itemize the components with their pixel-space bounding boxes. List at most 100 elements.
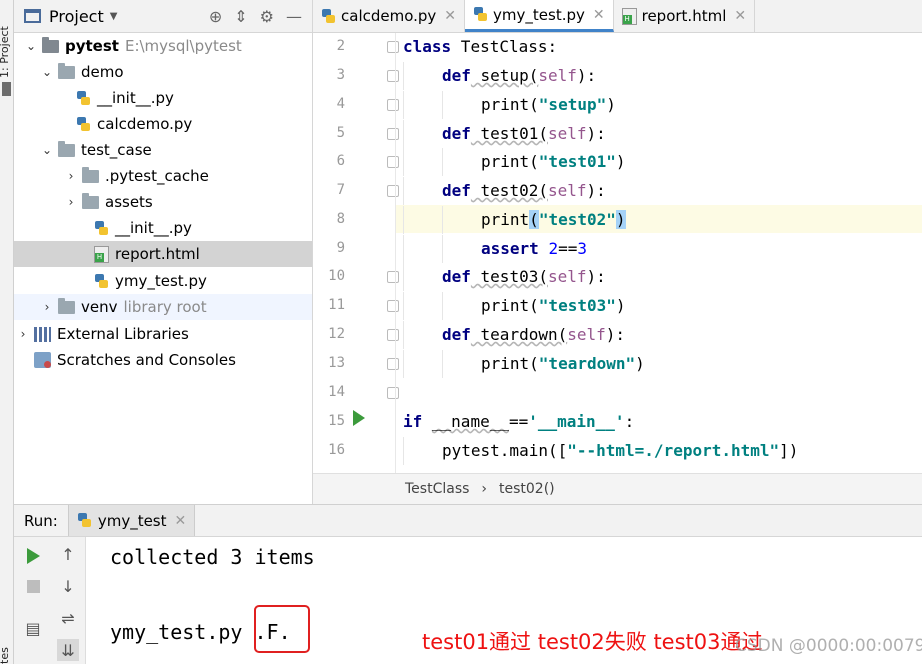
fold-marker-icon[interactable] — [387, 329, 399, 341]
tab-report-html[interactable]: H report.html ✕ — [614, 0, 756, 32]
close-icon[interactable]: ✕ — [593, 7, 605, 23]
project-view-selector[interactable]: Project — [49, 7, 104, 26]
chevron-down-icon[interactable]: ⌄ — [24, 39, 38, 53]
python-file-icon — [77, 512, 92, 529]
tree-item-label: Scratches and Consoles — [57, 351, 236, 369]
tree-item-report-html[interactable]: H report.html — [14, 241, 312, 267]
fold-marker-icon[interactable] — [387, 70, 399, 82]
run-tab-label: ymy_test — [97, 511, 167, 530]
tree-item-ymy-test[interactable]: ymy_test.py — [14, 268, 312, 294]
tree-item-test-case-init[interactable]: __init__.py — [14, 215, 312, 241]
chevron-down-icon[interactable]: ▼ — [110, 11, 118, 22]
tab-ymy-test[interactable]: ymy_test.py ✕ — [465, 0, 614, 32]
chevron-right-icon[interactable]: › — [16, 327, 30, 341]
tree-item-label: __init__.py — [115, 219, 192, 237]
minimize-icon[interactable]: — — [286, 7, 302, 26]
folder-icon — [82, 192, 99, 209]
tab-calcdemo[interactable]: calcdemo.py ✕ — [313, 0, 466, 32]
python-file-icon — [94, 273, 109, 290]
fold-marker-icon[interactable] — [387, 185, 399, 197]
line-number: 10 — [328, 268, 345, 284]
line-number: 16 — [328, 442, 345, 458]
close-icon[interactable]: ✕ — [175, 513, 187, 529]
chevron-down-icon[interactable]: ⌄ — [40, 143, 54, 157]
fold-marker-icon[interactable] — [387, 99, 399, 111]
run-tab-ymy-test[interactable]: ymy_test ✕ — [67, 505, 196, 536]
python-file-icon — [94, 220, 109, 237]
tree-item-test-case[interactable]: ⌄ test_case — [14, 137, 312, 163]
line-number: 9 — [336, 240, 345, 256]
code-line-13: print("teardown") — [403, 350, 645, 378]
tree-item-label: pytest — [65, 37, 119, 55]
line-number: 5 — [336, 125, 345, 141]
tree-item-label: .pytest_cache — [105, 167, 209, 185]
code-line-12: def teardown(self): — [403, 321, 625, 349]
fold-marker-icon[interactable] — [387, 128, 399, 140]
chevron-right-icon[interactable]: › — [40, 300, 54, 314]
code-line-2: class TestClass: — [403, 37, 558, 56]
tree-item-demo[interactable]: ⌄ demo — [14, 59, 312, 85]
run-gutter-icon[interactable] — [353, 410, 365, 426]
folder-icon — [58, 297, 75, 314]
rerun-button[interactable] — [22, 545, 44, 567]
close-icon[interactable]: ✕ — [734, 8, 746, 24]
fold-marker-icon[interactable] — [387, 41, 399, 53]
fold-marker-icon[interactable] — [387, 300, 399, 312]
scroll-to-end-button[interactable]: ⇊ — [57, 639, 79, 661]
line-number: 13 — [328, 355, 345, 371]
soft-wrap-button[interactable]: ⇌ — [57, 607, 79, 629]
result-annotation: test01通过 test02失败 test03通过 — [422, 630, 763, 654]
gutter-divider — [395, 33, 396, 473]
locate-icon[interactable]: ⊕ — [209, 7, 222, 26]
layout-button[interactable]: ▤ — [22, 617, 44, 639]
tree-item-pytest[interactable]: ⌄ pytest E:\mysql\pytest — [14, 33, 312, 59]
chevron-right-icon[interactable]: › — [64, 195, 78, 209]
chevron-right-icon[interactable]: › — [64, 169, 78, 183]
project-header: Project ▼ ⊕ ⇕ ⚙ — — [14, 0, 312, 33]
play-icon — [26, 548, 40, 564]
stop-button[interactable] — [22, 575, 44, 597]
code-line-8: print("test02") — [403, 206, 626, 234]
tree-item-demo-init[interactable]: __init__.py — [14, 85, 312, 111]
folder-icon — [42, 36, 59, 53]
folder-icon — [82, 166, 99, 183]
code-area[interactable]: 2 3 4 5 6 7 8 9 10 11 12 13 14 15 16 cla… — [313, 33, 922, 473]
line-number: 4 — [336, 96, 345, 112]
tree-item-scratches[interactable]: Scratches and Consoles — [14, 347, 312, 373]
scroll-up-button[interactable]: ↑ — [57, 543, 79, 565]
tree-item-label: ymy_test.py — [115, 272, 207, 290]
chevron-down-icon[interactable]: ⌄ — [40, 65, 54, 79]
tree-item-label: venv — [81, 298, 118, 316]
collapse-all-icon[interactable]: ⇕ — [234, 7, 247, 26]
tree-item-assets[interactable]: › assets — [14, 189, 312, 215]
library-root-note: library root — [123, 298, 207, 316]
fold-marker-icon[interactable] — [387, 156, 399, 168]
scroll-down-button[interactable]: ↓ — [57, 575, 79, 597]
bottom-tool-button[interactable]: tes — [0, 647, 11, 664]
breadcrumb-method[interactable]: test02() — [499, 481, 555, 497]
fold-marker-icon[interactable] — [387, 358, 399, 370]
project-tool-marker — [2, 82, 11, 96]
gear-icon[interactable]: ⚙ — [260, 7, 274, 26]
result-highlight-box — [254, 605, 310, 653]
tree-item-venv[interactable]: › venv library root — [14, 294, 312, 320]
close-icon[interactable]: ✕ — [444, 8, 456, 24]
breadcrumb-class[interactable]: TestClass — [405, 481, 469, 497]
code-line-5: def test01(self): — [403, 120, 606, 148]
python-file-icon — [473, 6, 488, 23]
project-tool-button[interactable]: 1: Project — [0, 26, 11, 78]
fold-marker-icon[interactable] — [387, 271, 399, 283]
run-toolbar: ↑ ↓ ⇌ ▤ ⇊ — [14, 537, 86, 664]
folder-icon — [58, 140, 75, 157]
tab-label: report.html — [641, 7, 727, 25]
tree-item-label: report.html — [115, 245, 200, 263]
code-line-16: pytest.main(["--html=./report.html"]) — [403, 437, 798, 465]
line-number: 8 — [336, 211, 345, 227]
fold-marker-icon[interactable] — [387, 387, 399, 399]
project-path: E:\mysql\pytest — [124, 37, 242, 55]
tree-item-calcdemo[interactable]: calcdemo.py — [14, 111, 312, 137]
tree-item-pytest-cache[interactable]: › .pytest_cache — [14, 163, 312, 189]
run-panel-header: Run: ymy_test ✕ — [14, 504, 922, 537]
tree-item-external-libraries[interactable]: › External Libraries — [14, 321, 312, 347]
tree-item-label: __init__.py — [97, 89, 174, 107]
